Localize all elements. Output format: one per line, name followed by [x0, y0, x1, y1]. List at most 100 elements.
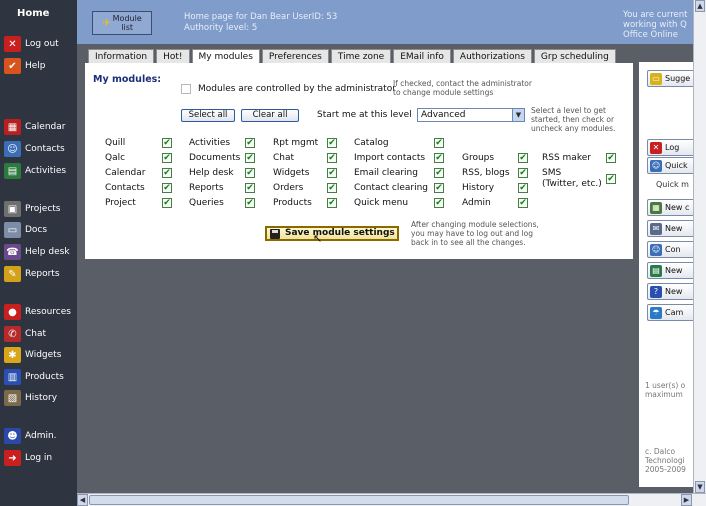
module-label: Project: [105, 198, 136, 208]
horizontal-scrollbar[interactable]: ◀ ▶: [77, 493, 706, 506]
quick-menu-item[interactable]: ✉ New: [647, 220, 693, 237]
level-select-value: Advanced: [421, 110, 466, 120]
module-checkbox[interactable]: ✔: [518, 183, 528, 193]
sidebar-item-help-desk[interactable]: ☎ Help desk: [4, 243, 70, 261]
sidebar-item-contacts[interactable]: ☺ Contacts: [4, 140, 65, 158]
module-checkbox[interactable]: ✔: [245, 183, 255, 193]
sidebar-item-help[interactable]: ✔ Help: [4, 57, 46, 75]
scroll-right-arrow-icon[interactable]: ▶: [681, 494, 692, 506]
select-all-button[interactable]: Select all: [181, 109, 235, 122]
module-checkbox[interactable]: ✔: [434, 153, 444, 163]
module-checkbox[interactable]: ✔: [162, 153, 172, 163]
quick-menu-item[interactable]: ? New: [647, 283, 693, 300]
module-checkbox[interactable]: ✔: [162, 168, 172, 178]
level-select[interactable]: Advanced ▼: [417, 108, 525, 122]
sidebar-item-widgets[interactable]: ✱ Widgets: [4, 346, 61, 364]
quick-menu-item[interactable]: ☺ Con: [647, 241, 693, 258]
suggest-button[interactable]: ▭ Sugge: [647, 70, 693, 87]
module-checkbox[interactable]: ✔: [162, 183, 172, 193]
module-checkbox[interactable]: ✔: [245, 138, 255, 148]
sidebar-item-history[interactable]: ▧ History: [4, 389, 57, 407]
scroll-down-arrow-icon[interactable]: ▼: [695, 481, 705, 493]
sidebar-item-log-out[interactable]: ✕ Log out: [4, 35, 59, 53]
module-label: Products: [273, 198, 312, 208]
module-checkbox[interactable]: ✔: [245, 153, 255, 163]
module-checkbox[interactable]: ✔: [434, 198, 444, 208]
sidebar-item-log-in[interactable]: ➜ Log in: [4, 449, 52, 467]
module-checkbox[interactable]: ✔: [434, 183, 444, 193]
sidebar-item-products[interactable]: ▥ Products: [4, 368, 64, 386]
tab-grp-scheduling[interactable]: Grp scheduling: [533, 49, 616, 64]
module-checkbox[interactable]: ✔: [245, 168, 255, 178]
module-checkbox[interactable]: ✔: [162, 138, 172, 148]
module-checkbox[interactable]: ✔: [327, 138, 337, 148]
clear-all-button[interactable]: Clear all: [241, 109, 299, 122]
module-checkbox[interactable]: ✔: [327, 198, 337, 208]
module-checkbox[interactable]: ✔: [162, 198, 172, 208]
module-label: Contacts: [105, 183, 145, 193]
module-label: Activities: [189, 138, 231, 148]
module-checkbox[interactable]: ✔: [327, 183, 337, 193]
quick-menu-item[interactable]: ▦ New c: [647, 199, 693, 216]
sidebar-item-chat[interactable]: ✆ Chat: [4, 325, 46, 343]
scroll-left-arrow-icon[interactable]: ◀: [77, 494, 88, 506]
sidebar-item-docs[interactable]: ▭ Docs: [4, 221, 47, 239]
sidebar-home[interactable]: Home: [17, 8, 49, 19]
module-checkbox[interactable]: ✔: [434, 138, 444, 148]
module-checkbox[interactable]: ✔: [434, 168, 444, 178]
vertical-scrollbar[interactable]: ▲ ▼: [693, 0, 706, 493]
tab-time-zone[interactable]: Time zone: [330, 49, 392, 64]
tab-hot[interactable]: Hot!: [156, 49, 190, 64]
note-icon: ▭: [650, 72, 662, 85]
module-checkbox[interactable]: ✔: [518, 198, 528, 208]
tab-preferences[interactable]: Preferences: [261, 49, 329, 64]
sidebar-item-activities[interactable]: ▤ Activities: [4, 162, 66, 180]
horizontal-scroll-thumb[interactable]: [89, 495, 629, 505]
module-label: Reports: [189, 183, 224, 193]
module-list-label-1: Module: [112, 14, 142, 23]
quick-menu-item[interactable]: ▤ New: [647, 262, 693, 279]
products-icon: ▥: [4, 369, 21, 385]
quick-menu-item[interactable]: ☂ Cam: [647, 304, 693, 321]
sidebar-item-projects[interactable]: ▣ Projects: [4, 200, 60, 218]
sidebar-item-admin[interactable]: ☻ Admin.: [4, 427, 57, 445]
scroll-up-arrow-icon[interactable]: ▲: [695, 0, 705, 12]
level-hint-line-3: uncheck any modules.: [531, 124, 616, 133]
save-hint-line-2: you may have to log out and log: [411, 229, 533, 238]
admin-control-checkbox[interactable]: [181, 84, 191, 94]
module-label: Import contacts: [354, 153, 426, 163]
tab-email-info[interactable]: EMail info: [393, 49, 451, 64]
sidebar-item-label: Resources: [25, 307, 71, 317]
tab-bar: Information Hot! My modules Preferences Time…: [88, 49, 616, 65]
copyright-text: c. Dalco Technologi 2005-2009: [645, 447, 686, 474]
resources-icon: ●: [4, 304, 21, 320]
module-checkbox[interactable]: ✔: [327, 153, 337, 163]
users-online-text: 1 user(s) o maximum: [645, 381, 685, 399]
module-checkbox[interactable]: ✔: [245, 198, 255, 208]
module-checkbox[interactable]: ✔: [606, 153, 616, 163]
sidebar-item-calendar[interactable]: ▦ Calendar: [4, 118, 65, 136]
module-list-button[interactable]: ✈ Module list: [92, 11, 152, 35]
module-checkbox[interactable]: ✔: [518, 168, 528, 178]
log-button[interactable]: ✕ Log: [647, 139, 693, 156]
module-label: Help desk: [189, 168, 234, 178]
copyright-line-2: Technologi: [645, 456, 685, 465]
sidebar-item-label: Activities: [25, 166, 67, 176]
tab-information[interactable]: Information: [88, 49, 155, 64]
module-checkbox[interactable]: ✔: [606, 174, 616, 184]
save-module-settings-button[interactable]: Save module settings: [265, 226, 399, 241]
tab-authorizations[interactable]: Authorizations: [452, 49, 532, 64]
save-hint-line-1: After changing module selections,: [411, 220, 539, 229]
quick-button[interactable]: ☺ Quick: [647, 157, 693, 174]
module-checkbox[interactable]: ✔: [518, 153, 528, 163]
status-right: You are current working with Q Office On…: [623, 10, 693, 40]
authority-level-text: Authority level: 5: [184, 23, 258, 33]
sidebar-item-reports[interactable]: ✎ Reports: [4, 265, 60, 283]
module-list-label-2: list: [121, 23, 134, 32]
quick-menu-label: Quick m: [656, 180, 689, 189]
sidebar-item-resources[interactable]: ● Resources: [4, 303, 71, 321]
chevron-down-icon: ▼: [512, 109, 524, 121]
module-label: Documents: [189, 153, 241, 163]
module-checkbox[interactable]: ✔: [327, 168, 337, 178]
projects-icon: ▣: [4, 201, 21, 217]
